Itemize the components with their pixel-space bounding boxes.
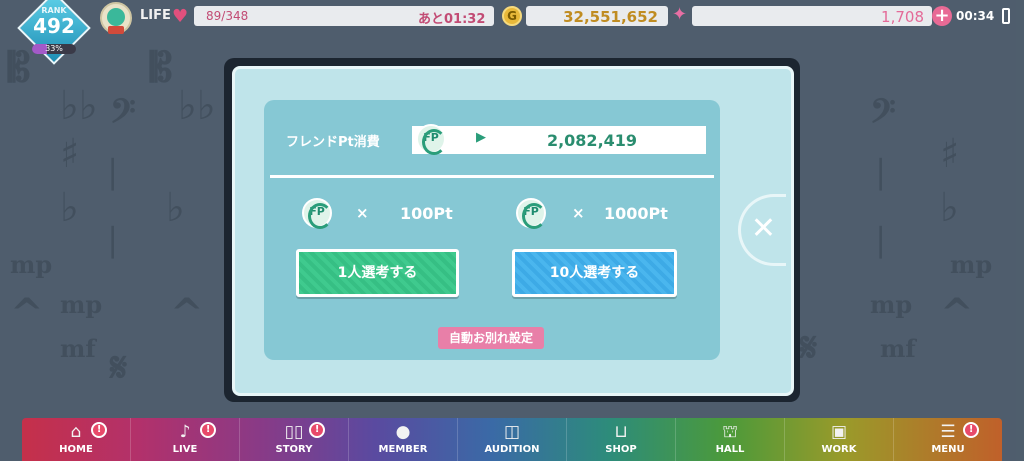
nav-shop[interactable]: ⊔ SHOP: [567, 418, 676, 461]
times-sign: ×: [572, 204, 585, 222]
avatar-icon: [107, 8, 125, 26]
alert-icon: !: [309, 422, 326, 438]
status-bar: RANK 492 33% LIFE ♥ 89/348 あと01:32 G 32,…: [0, 0, 1024, 65]
rank-value: 492: [33, 14, 75, 38]
coin-icon: G: [502, 6, 522, 26]
nav-audition[interactable]: ◫ AUDITION: [458, 418, 567, 461]
hall-icon: ⛫: [722, 422, 738, 442]
nav-label: HOME: [59, 444, 93, 455]
nav-label: LIVE: [172, 444, 198, 455]
home-icon: ⌂: [70, 422, 82, 442]
draw-ten-button[interactable]: 10人選考する: [512, 249, 677, 297]
nav-work[interactable]: ▣ WORK: [785, 418, 894, 461]
pt-consume-label: フレンドPt消費: [286, 135, 380, 150]
alert-icon: !: [200, 422, 217, 438]
audition-icon: ◫: [503, 422, 521, 442]
rank-progress-bar: 33%: [32, 44, 76, 54]
nav-label: STORY: [275, 444, 313, 455]
battery-icon: [1002, 8, 1010, 24]
avatar[interactable]: [100, 2, 132, 34]
nav-member[interactable]: ● MEMBER: [349, 418, 458, 461]
nav-label: WORK: [821, 444, 857, 455]
heart-icon: ♥: [172, 6, 189, 27]
sparkle-icon: ✦: [672, 4, 688, 25]
pt-value: 2,082,419: [546, 131, 638, 150]
work-icon: ▣: [830, 422, 848, 442]
life-count: 89/348: [206, 9, 249, 23]
nav-story[interactable]: ▯▯ STORY !: [240, 418, 349, 461]
alert-icon: !: [963, 422, 980, 438]
friend-pt-icon: [416, 124, 446, 155]
nav-label: AUDITION: [484, 444, 540, 455]
nav-hall[interactable]: ⛫ HALL: [676, 418, 785, 461]
rank-badge[interactable]: RANK 492 33%: [17, 0, 91, 66]
nav-label: SHOP: [605, 444, 637, 455]
life-label: LIFE: [140, 8, 171, 23]
avatar-badge: [108, 26, 124, 34]
basket-icon: ⊔: [614, 422, 628, 442]
add-gems-button[interactable]: +: [932, 6, 952, 26]
menu-icon: ☰: [940, 422, 956, 442]
nav-live[interactable]: ♪ LIVE !: [131, 418, 240, 461]
nav-home[interactable]: ⌂ HOME !: [22, 418, 131, 461]
bottom-nav: ⌂ HOME ! ♪ LIVE ! ▯▯ STORY ! ● MEMBER ◫ …: [22, 418, 1002, 461]
cost-ten: 1000Pt: [604, 204, 668, 223]
draw-single-button[interactable]: 1人選考する: [296, 249, 459, 297]
nav-menu[interactable]: ☰ MENU !: [894, 418, 1002, 461]
close-icon: ✕: [750, 211, 777, 246]
friend-pt-icon: [516, 198, 546, 229]
cost-single: 100Pt: [400, 204, 453, 223]
nav-label: MENU: [931, 444, 965, 455]
alert-icon: !: [91, 422, 108, 438]
life-timer: あと01:32: [418, 12, 486, 27]
arrow-right-icon: ▶: [476, 130, 486, 145]
times-sign: ×: [356, 204, 369, 222]
nav-label: HALL: [715, 444, 745, 455]
clock: 00:34: [956, 9, 995, 23]
member-icon: ●: [395, 422, 411, 442]
auto-farewell-button[interactable]: 自動お別れ設定: [438, 327, 544, 349]
gold-value: 32,551,652: [563, 8, 658, 26]
rank-progress-text: 33%: [45, 44, 63, 53]
nav-label: MEMBER: [378, 444, 428, 455]
divider: [270, 175, 714, 178]
book-icon: ▯▯: [284, 422, 304, 442]
gem-value: 1,708: [881, 8, 924, 26]
friend-pt-icon: [302, 198, 332, 229]
music-note-icon: ♪: [179, 422, 191, 442]
